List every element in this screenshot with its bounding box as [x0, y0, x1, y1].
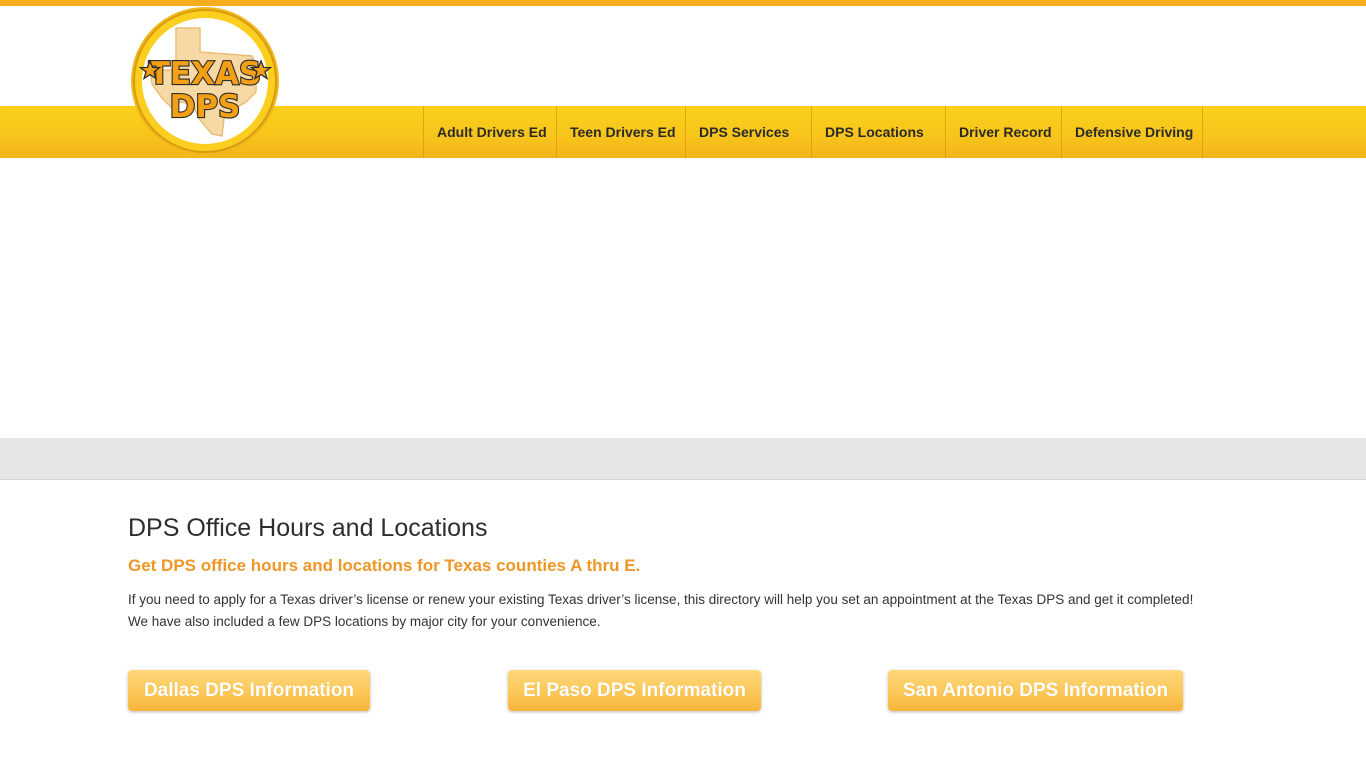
svg-text:TEXAS: TEXAS: [149, 56, 262, 92]
nav-item-teen-drivers-ed[interactable]: Teen Drivers Ed: [556, 106, 685, 158]
intro-paragraph-line-1: If you need to apply for a Texas driver’…: [128, 592, 1194, 607]
svg-text:DPS: DPS: [170, 89, 241, 125]
san-antonio-dps-info-button[interactable]: San Antonio DPS Information: [888, 670, 1183, 711]
texas-dps-logo-graphic: TEXAS DPS: [131, 7, 279, 155]
nav-item-driver-record[interactable]: Driver Record: [945, 106, 1061, 158]
nav-item-defensive-driving[interactable]: Defensive Driving: [1061, 106, 1203, 158]
nav-item-dps-services[interactable]: DPS Services: [685, 106, 811, 158]
el-paso-dps-info-button[interactable]: El Paso DPS Information: [508, 670, 761, 711]
dallas-dps-info-button[interactable]: Dallas DPS Information: [128, 670, 370, 711]
texas-dps-logo[interactable]: TEXAS DPS: [128, 6, 283, 158]
intro-paragraph-line-2: We have also included a few DPS location…: [128, 614, 601, 629]
ad-placeholder-area: [0, 158, 1366, 438]
page-subtitle: Get DPS office hours and locations for T…: [128, 556, 641, 575]
nav-item-dps-locations[interactable]: DPS Locations: [811, 106, 945, 158]
breadcrumb-bar: [0, 438, 1366, 480]
nav-item-adult-drivers-ed[interactable]: Adult Drivers Ed: [423, 106, 556, 158]
page-title: DPS Office Hours and Locations: [128, 514, 488, 542]
page: Adult Drivers Ed Teen Drivers Ed DPS Ser…: [0, 0, 1366, 768]
